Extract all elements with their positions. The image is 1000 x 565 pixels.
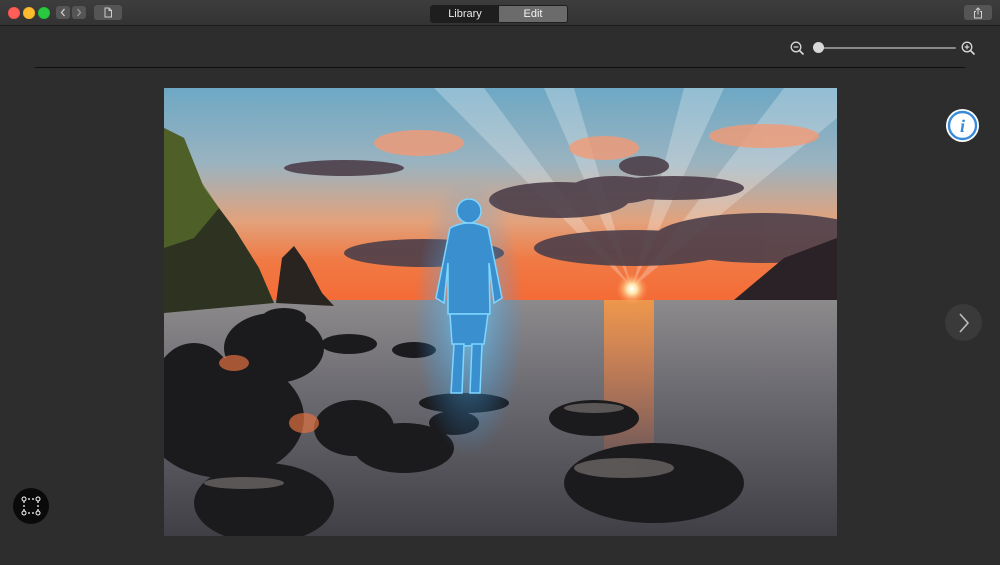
chevron-left-icon [60, 8, 65, 17]
selection-tool-button[interactable] [13, 488, 49, 524]
tab-library[interactable]: Library [431, 6, 499, 22]
document-button[interactable] [94, 5, 122, 20]
chevron-right-icon [77, 8, 82, 17]
selection-path-icon [21, 496, 41, 516]
minimize-window-button[interactable] [23, 7, 35, 19]
info-icon: i [947, 110, 978, 141]
next-image-button[interactable] [945, 304, 982, 341]
tab-edit[interactable]: Edit [499, 6, 567, 22]
chevron-right-icon [958, 312, 969, 333]
info-button[interactable]: i [946, 109, 979, 142]
photo-canvas[interactable] [164, 88, 837, 536]
info-glyph: i [960, 116, 965, 136]
app-window: Library Edit i [0, 0, 1000, 565]
back-button[interactable] [56, 6, 70, 19]
share-icon [974, 6, 982, 18]
zoom-in-icon[interactable] [961, 41, 976, 56]
zoom-out-icon[interactable] [790, 41, 805, 56]
share-button[interactable] [964, 5, 992, 20]
maximize-window-button[interactable] [38, 7, 50, 19]
close-window-button[interactable] [8, 7, 20, 19]
toolbar-divider [35, 67, 965, 68]
view-mode-segmented-control: Library Edit [430, 5, 568, 23]
zoom-slider-knob[interactable] [813, 42, 824, 53]
title-bar: Library Edit [0, 0, 1000, 26]
document-icon [104, 7, 112, 18]
zoom-slider-track[interactable] [818, 47, 956, 49]
forward-button[interactable] [72, 6, 86, 19]
photo-image [164, 88, 837, 536]
